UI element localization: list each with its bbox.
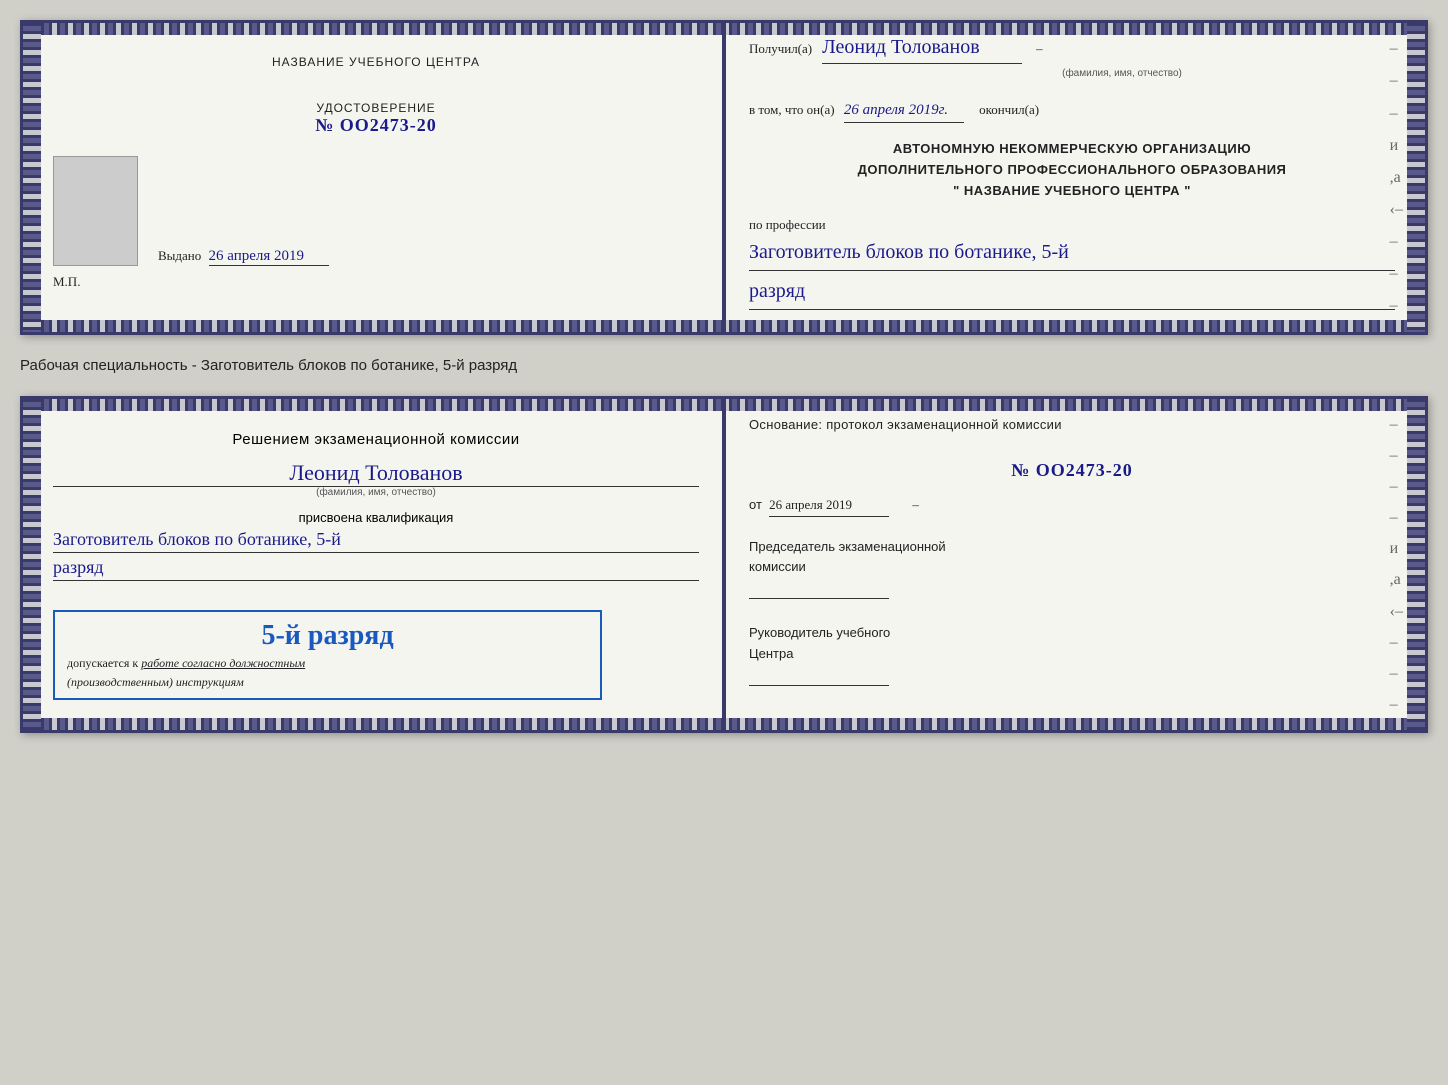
doc2-left-page: Решением экзаменационной комиссии Леонид… [23,399,725,730]
right-decoration-2 [1407,399,1425,730]
profession-text-1: Заготовитель блоков по ботанике, 5-й [749,236,1395,271]
cert-number: № OO2473-20 [53,115,699,136]
doc2-recipient-name: Леонид Толованов [53,460,699,487]
doc1-header: НАЗВАНИЕ УЧЕБНОГО ЦЕНТРА [53,53,699,71]
predsedatel-line1: Председатель экзаменационной [749,537,1395,558]
page-container: НАЗВАНИЕ УЧЕБНОГО ЦЕНТРА УДОСТОВЕРЕНИЕ №… [20,20,1428,733]
org-line1: АВТОНОМНУЮ НЕКОММЕРЧЕСКУЮ ОРГАНИЗАЦИЮ [749,139,1395,160]
ot-label: от [749,497,762,512]
osnование-label: Основание: протокол экзаменационной коми… [749,417,1062,432]
vydano-block: Выдано 26 апреля 2019 [158,248,329,266]
grade-big-text: 5-й разряд [67,620,588,652]
poluchil-label: Получил(а) [749,39,812,60]
recipient-line-1: Получил(а) Леонид Толованов – [749,31,1395,64]
doc2-right-page: ––––и,а‹–––– Основание: протокол экзамен… [725,399,1425,730]
vtom-label: в том, что он(а) [749,102,835,117]
dopuskaetsya-label: допускается к [67,656,138,670]
mp-label: М.П. [53,274,699,290]
right-dashes-1: –––и,а‹–––– [1390,33,1403,322]
org-quote2: " [1184,183,1191,198]
doc2-fio-subtitle: (фамилия, имя, отчество) [53,487,699,498]
recipient-name-1: Леонид Толованов [822,31,1022,64]
photo-placeholder [53,156,138,266]
okonchil-label: окончил(а) [979,102,1039,117]
fio-subtitle-1: (фамилия, имя, отчество) [849,66,1395,82]
rukovoditel-block: Руководитель учебного Центра [749,623,1395,686]
doc1-center-name: НАЗВАНИЕ УЧЕБНОГО ЦЕНТРА [272,55,480,69]
document-book-2: Решением экзаменационной комиссии Леонид… [20,396,1428,733]
predsedatel-line2: комиссии [749,557,1395,578]
cert-label: УДОСТОВЕРЕНИЕ [53,101,699,115]
po-professii-label: по профессии [749,215,1395,236]
doc1-right-page: –––и,а‹–––– Получил(а) Леонид Толованов … [725,23,1425,332]
protocol-number: № OO2473-20 [749,456,1395,485]
cert-block: УДОСТОВЕРЕНИЕ № OO2473-20 [53,101,699,136]
dopuskaetsya-work: работе согласно должностным [141,656,305,670]
doc2-qualification: Заготовитель блоков по ботанике, 5-й [53,529,699,553]
vydano-date: 26 апреля 2019 [209,248,329,266]
grade-box-container: 5-й разряд допускается к работе согласно… [53,595,699,708]
prisvoena-label: присвоена квалификация [53,510,699,525]
vtom-line: в том, что он(а) 26 апреля 2019г. окончи… [749,98,1395,123]
osnование-block: Основание: протокол экзаменационной коми… [749,415,1395,436]
vydano-label: Выдано [158,248,201,263]
instruktsii-text: (производственным) инструкциям [67,675,588,690]
org-line2: ДОПОЛНИТЕЛЬНОГО ПРОФЕССИОНАЛЬНОГО ОБРАЗО… [749,160,1395,181]
right-dashes-2: ––––и,а‹–––– [1390,409,1403,720]
dopuskaetsya-text: допускается к работе согласно должностны… [67,656,588,671]
org-quote1: " [953,183,960,198]
doc2-recipient-line: Леонид Толованов (фамилия, имя, отчество… [53,460,699,498]
org-name: НАЗВАНИЕ УЧЕБНОГО ЦЕНТРА [964,183,1180,198]
resheniem-title: Решением экзаменационной комиссии [53,429,699,450]
razryad-text-1: разряд [749,275,1395,310]
rukovoditel-line1: Руководитель учебного [749,623,1395,644]
predsedatel-signature-line [749,598,889,599]
doc2-razryad: разряд [53,557,699,581]
protocol-block: № OO2473-20 [749,456,1395,485]
vydano-line: Выдано 26 апреля 2019 [158,248,329,266]
document-book-1: НАЗВАНИЕ УЧЕБНОГО ЦЕНТРА УДОСТОВЕРЕНИЕ №… [20,20,1428,335]
ot-block: от 26 апреля 2019 – [749,495,1395,517]
vtom-date: 26 апреля 2019г. [844,98,964,123]
right-decoration-1 [1407,23,1425,332]
org-block: АВТОНОМНУЮ НЕКОММЕРЧЕСКУЮ ОРГАНИЗАЦИЮ ДО… [749,139,1395,201]
predsedatel-block: Председатель экзаменационной комиссии [749,537,1395,600]
rukovoditel-line2: Центра [749,644,1395,665]
doc1-bottom-row: Выдано 26 апреля 2019 [53,156,699,266]
doc1-left-page: НАЗВАНИЕ УЧЕБНОГО ЦЕНТРА УДОСТОВЕРЕНИЕ №… [23,23,725,332]
org-name-line: " НАЗВАНИЕ УЧЕБНОГО ЦЕНТРА " [749,181,1395,202]
rukovoditel-signature-line [749,685,889,686]
specialty-label: Рабочая специальность - Заготовитель бло… [20,353,1428,378]
grade-box: 5-й разряд допускается к работе согласно… [53,610,602,700]
ot-date: 26 апреля 2019 [769,495,889,517]
